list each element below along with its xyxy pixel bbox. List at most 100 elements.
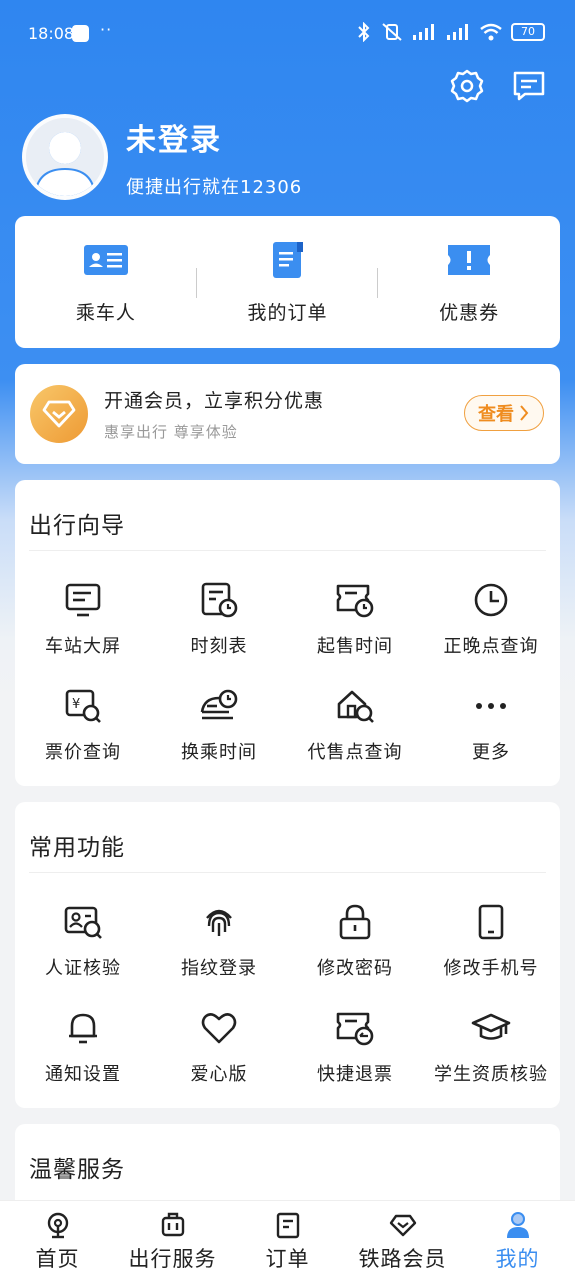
quick-refund-button[interactable]: 快捷退票 (287, 1008, 423, 1114)
tab-travel-service-label: 出行服务 (128, 1247, 217, 1271)
agency-search-icon (337, 690, 374, 723)
person-icon (506, 1212, 529, 1238)
diamond-badge-icon (42, 400, 76, 428)
status-dots: ·· (100, 20, 113, 39)
fare-query-button[interactable]: ¥ 票价查询 (15, 686, 151, 792)
order-icon (276, 1212, 299, 1239)
more-icon (476, 703, 506, 709)
tab-railway-member-label: 铁路会员 (358, 1247, 447, 1271)
student-verify-label: 学生资质核验 (434, 1064, 548, 1085)
mute-vibrate-icon (382, 23, 402, 41)
care-mode-label: 爱心版 (190, 1064, 248, 1085)
agency-query-button[interactable]: 代售点查询 (287, 686, 423, 792)
id-card-icon (83, 244, 128, 275)
station-screen-icon (65, 583, 101, 617)
chevron-right-icon (520, 405, 529, 421)
view-member-button[interactable]: 查看 (464, 395, 544, 431)
tab-railway-member[interactable]: 铁路会员 (345, 1201, 460, 1280)
station-screen-label: 车站大屏 (45, 636, 121, 657)
care-mode-button[interactable]: 爱心版 (151, 1008, 287, 1114)
fingerprint-login-button[interactable]: 指纹登录 (151, 902, 287, 1008)
notification-settings-button[interactable]: 通知设置 (15, 1008, 151, 1114)
change-phone-label: 修改手机号 (443, 958, 539, 979)
passenger-button[interactable]: 乘车人 (15, 240, 197, 325)
gear-icon[interactable] (449, 68, 485, 104)
header-actions (449, 68, 547, 104)
section-title: 常用功能 (29, 835, 125, 861)
membership-banner[interactable]: 开通会员，立享积分优惠 惠享出行 尊享体验 查看 (15, 364, 560, 464)
student-verify-button[interactable]: 学生资质核验 (423, 1008, 559, 1114)
sale-time-label: 起售时间 (317, 636, 393, 657)
profile-text: 未登录 便捷出行就在12306 (126, 115, 302, 199)
more-label: 更多 (472, 742, 510, 763)
fare-query-label: 票价查询 (45, 742, 121, 763)
coupon-icon (448, 244, 491, 275)
signal-icon-2 (447, 24, 468, 40)
change-phone-button[interactable]: 修改手机号 (423, 902, 559, 1008)
profile-header[interactable]: 未登录 便捷出行就在12306 (22, 114, 302, 200)
profile-subtitle: 便捷出行就在12306 (126, 177, 303, 198)
bottom-tab-bar: 首页 出行服务 订单 铁路会员 我的 (0, 1200, 575, 1280)
member-badge (30, 385, 88, 443)
battery-icon: 70 (511, 23, 545, 41)
login-status[interactable]: 未登录 (126, 115, 302, 159)
travel-guide-section: 出行向导 车站大屏 时刻表 起售时间 正晚点查询 ¥ 票价查询 换乘时间 代售点… (15, 480, 560, 786)
status-bar: 18:08 ·· 70 (0, 0, 575, 66)
svg-text:¥: ¥ (72, 697, 80, 712)
divider (29, 872, 546, 873)
common-functions-grid: 人证核验 指纹登录 修改密码 修改手机号 通知设置 爱心版 快捷退票 学生资质核… (15, 902, 560, 1114)
common-functions-section: 常用功能 人证核验 指纹登录 修改密码 修改手机号 通知设置 爱心版 快捷退票 … (15, 802, 560, 1108)
fingerprint-login-label: 指纹登录 (181, 958, 257, 979)
diamond-icon (389, 1214, 416, 1237)
notification-settings-label: 通知设置 (45, 1064, 121, 1085)
passenger-label: 乘车人 (75, 301, 136, 324)
bluetooth-icon (358, 22, 370, 42)
member-title: 开通会员，立享积分优惠 (104, 390, 325, 412)
fare-search-icon: ¥ (65, 689, 101, 723)
timetable-button[interactable]: 时刻表 (151, 580, 287, 686)
my-orders-label: 我的订单 (247, 301, 328, 324)
delay-query-button[interactable]: 正晚点查询 (423, 580, 559, 686)
tab-orders[interactable]: 订单 (230, 1201, 345, 1280)
luggage-icon (161, 1212, 184, 1237)
status-icons: 70 (355, 22, 545, 42)
my-orders-button[interactable]: 我的订单 (197, 240, 379, 325)
more-button[interactable]: 更多 (423, 686, 559, 792)
clock-icon (474, 583, 508, 617)
divider (29, 550, 546, 551)
tab-home[interactable]: 首页 (0, 1201, 115, 1280)
station-screen-button[interactable]: 车站大屏 (15, 580, 151, 686)
agency-query-label: 代售点查询 (307, 742, 403, 763)
change-password-button[interactable]: 修改密码 (287, 902, 423, 1008)
timetable-icon (201, 582, 238, 618)
graduation-cap-icon (471, 1013, 511, 1040)
heart-icon (201, 1013, 237, 1044)
section-title: 出行向导 (29, 513, 125, 539)
fingerprint-icon (206, 909, 232, 936)
coupon-label: 优惠券 (439, 301, 500, 324)
change-password-label: 修改密码 (317, 958, 393, 979)
transfer-time-button[interactable]: 换乘时间 (151, 686, 287, 792)
view-member-label: 查看 (478, 404, 514, 425)
status-time: 18:08 (28, 24, 75, 43)
refund-ticket-icon (336, 1012, 374, 1046)
avatar[interactable] (22, 114, 108, 200)
section-title: 温馨服务 (29, 1157, 125, 1183)
wifi-icon (480, 23, 502, 41)
tab-mine[interactable]: 我的 (460, 1201, 575, 1280)
tab-home-label: 首页 (35, 1247, 80, 1271)
quick-actions-card: 乘车人 我的订单 优惠券 (15, 216, 560, 348)
transfer-time-label: 换乘时间 (181, 742, 257, 763)
signal-icon (413, 24, 434, 40)
sale-time-button[interactable]: 起售时间 (287, 580, 423, 686)
travel-guide-grid: 车站大屏 时刻表 起售时间 正晚点查询 ¥ 票价查询 换乘时间 代售点查询 更多 (15, 580, 560, 792)
order-doc-icon (272, 241, 303, 278)
tab-orders-label: 订单 (265, 1247, 310, 1271)
message-icon[interactable] (511, 68, 547, 104)
member-text: 开通会员，立享积分优惠 惠享出行 尊享体验 (104, 386, 324, 442)
id-verify-button[interactable]: 人证核验 (15, 902, 151, 1008)
bell-icon (69, 1013, 97, 1044)
member-subtitle: 惠享出行 尊享体验 (104, 423, 238, 441)
tab-travel-service[interactable]: 出行服务 (115, 1201, 230, 1280)
coupon-button[interactable]: 优惠券 (378, 240, 560, 325)
